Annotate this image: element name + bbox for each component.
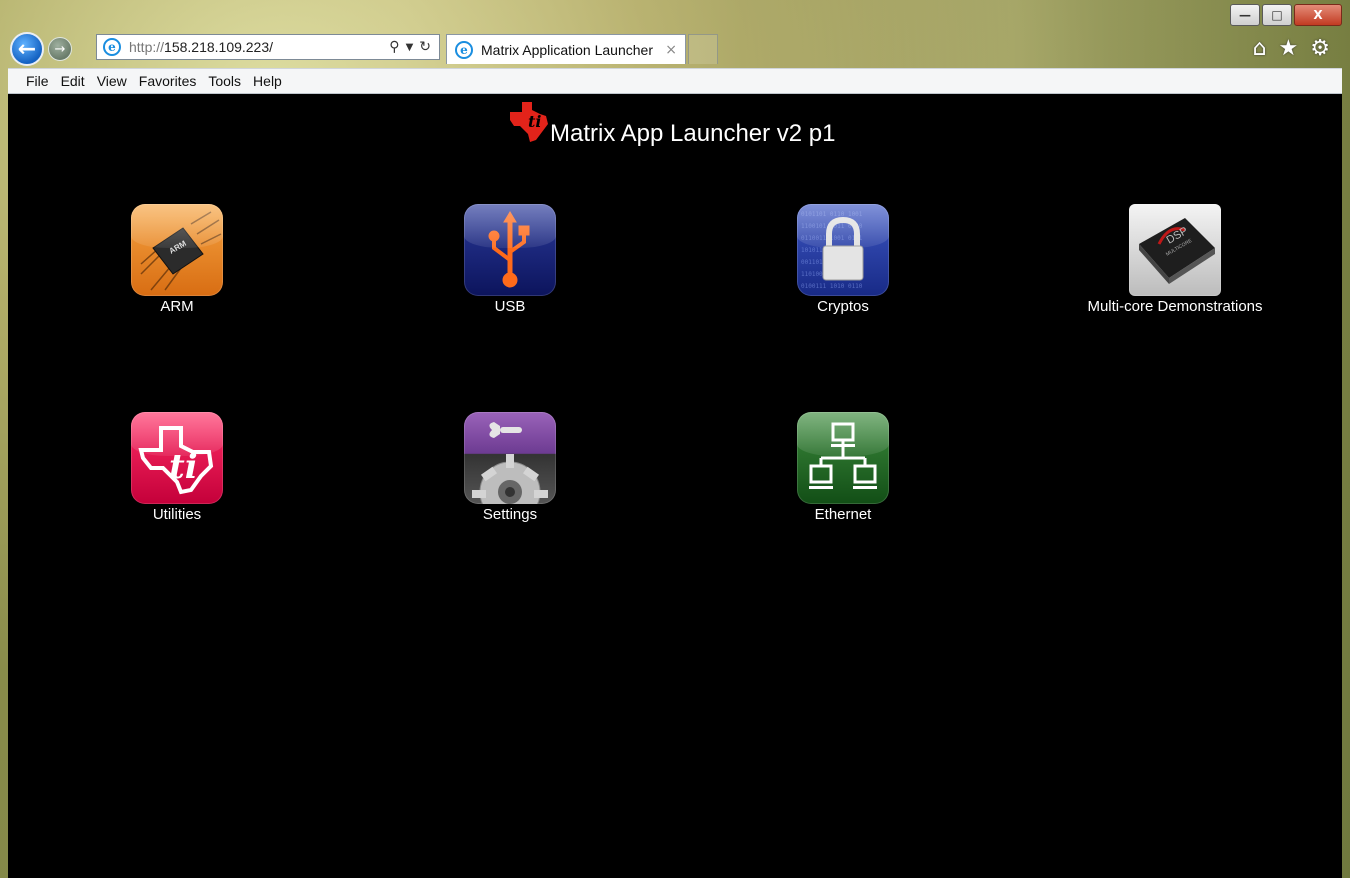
usb-icon [464,204,556,296]
page-header: ti Matrix App Launcher v2 p1 [8,94,1342,174]
new-tab-button[interactable] [688,34,718,64]
address-bar[interactable]: e http://158.218.109.223/ ⚲ ▼ ↻ [96,34,440,60]
app-label: Utilities [152,506,202,523]
ti-logo-icon: ti [510,102,548,142]
tab-title: Matrix Application Launcher [481,41,653,58]
page-title: Matrix App Launcher v2 p1 [550,120,836,147]
app-label: Cryptos [817,298,869,315]
gear-icon[interactable]: ⚙ [1310,36,1330,61]
app-label: Ethernet [814,506,872,523]
app-label: Multi-core Demonstrations [1087,298,1263,315]
gear-wrench-icon [464,412,556,504]
tab-active[interactable]: e Matrix Application Launcher × [446,34,686,64]
app-label: Settings [482,506,538,523]
menu-bar: File Edit View Favorites Tools Help [8,68,1342,94]
page-viewport: ti Matrix App Launcher v2 p1 ARM ARM [8,94,1342,878]
dropdown-icon[interactable]: ▼ [406,42,414,53]
refresh-icon[interactable]: ↻ [419,39,431,55]
dsp-chip-icon: DSP MULTICORE [1129,204,1221,296]
app-usb[interactable]: USB [400,204,620,315]
app-label: ARM [160,298,194,315]
star-icon[interactable]: ★ [1279,36,1299,61]
address-tools: ⚲ ▼ ↻ [389,39,431,55]
nav-row: ← → e http://158.218.109.223/ ⚲ ▼ ↻ e Ma… [10,30,718,68]
network-icon [797,412,889,504]
app-settings[interactable]: Settings [400,412,620,523]
window-controls: — □ X [1228,4,1342,26]
browser-frame: — □ X ← → e http://158.218.109.223/ ⚲ ▼ … [0,0,1350,878]
menu-favorites[interactable]: Favorites [139,73,197,89]
app-utilities[interactable]: ti Utilities [67,412,287,523]
app-cryptos[interactable]: 0101101 0110 1001 1100101 0011 0110 0110… [733,204,953,315]
home-icon[interactable]: ⌂ [1253,36,1267,61]
menu-tools[interactable]: Tools [208,73,241,89]
arm-chip-icon: ARM [131,204,223,296]
toolbar-icons: ⌂ ★ ⚙ [1253,36,1330,61]
search-icon[interactable]: ⚲ [389,39,399,55]
app-arm[interactable]: ARM ARM [67,204,287,315]
close-button[interactable]: X [1294,4,1342,26]
svg-text:ti: ti [528,112,541,131]
minimize-button[interactable]: — [1230,4,1260,26]
tab-close-icon[interactable]: × [665,42,677,58]
app-label: USB [494,298,526,315]
ti-logo-icon: ti [131,412,223,504]
ie-tab-icon: e [455,40,473,59]
forward-arrow-icon: → [54,41,66,57]
maximize-button[interactable]: □ [1262,4,1292,26]
padlock-icon: 0101101 0110 1001 1100101 0011 0110 0110… [797,204,889,296]
menu-file[interactable]: File [26,73,49,89]
menu-view[interactable]: View [97,73,127,89]
app-ethernet[interactable]: Ethernet [733,412,953,523]
back-button[interactable]: ← [10,32,44,66]
svg-text:0100111 1010 0110: 0100111 1010 0110 [801,283,863,290]
ie-page-icon: e [103,38,121,56]
forward-button[interactable]: → [48,37,72,61]
address-url[interactable]: http://158.218.109.223/ [129,39,389,55]
menu-edit[interactable]: Edit [61,73,85,89]
app-multicore-demos[interactable]: DSP MULTICORE Multi-core Demonstrations [1065,204,1285,315]
back-arrow-icon: ← [17,36,37,62]
menu-help[interactable]: Help [253,73,282,89]
